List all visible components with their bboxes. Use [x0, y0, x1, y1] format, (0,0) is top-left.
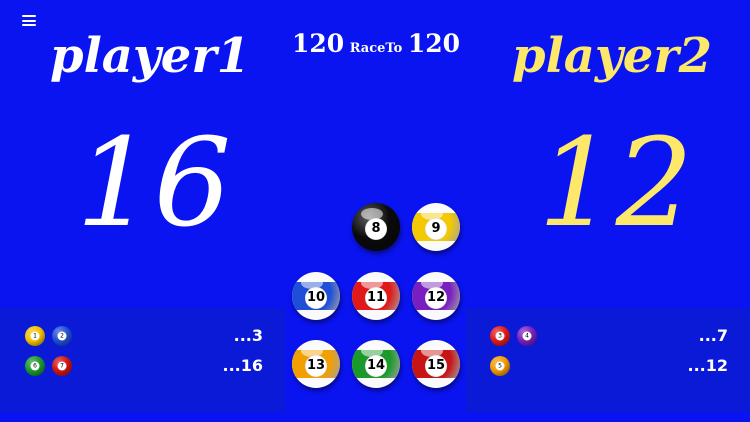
history-value: ...3	[233, 326, 263, 345]
history-value: ...12	[687, 356, 729, 375]
race-right-value: 120	[407, 29, 461, 58]
ball-12-button[interactable]: 12	[412, 272, 460, 320]
history-value: ...16	[222, 356, 264, 375]
mini-ball-icon: 1	[25, 326, 45, 346]
ball-10-button[interactable]: 10	[292, 272, 340, 320]
mini-ball-icon: 4	[517, 326, 537, 346]
ball-11-button[interactable]: 11	[352, 272, 400, 320]
mini-ball-icon: 5	[490, 356, 510, 376]
race-left-value: 120	[291, 29, 345, 58]
ball-8-button[interactable]: 8	[352, 203, 400, 251]
mini-ball-icon: 3	[490, 326, 510, 346]
player1-name[interactable]: player1	[50, 28, 250, 84]
history-row[interactable]: 6 7 ...16	[0, 354, 285, 376]
ball-15-button[interactable]: 15	[412, 340, 460, 388]
history-row[interactable]: 1 2 ...3	[0, 324, 285, 346]
mini-ball-icon: 2	[52, 326, 72, 346]
player2-score[interactable]: 12	[538, 122, 693, 244]
player2-history-panel: 3 4 ...7 5 ...12	[466, 308, 750, 412]
history-value: ...7	[698, 326, 728, 345]
history-row[interactable]: 5 ...12	[466, 354, 750, 376]
race-label: RaceTo	[349, 41, 403, 56]
player2-name[interactable]: player2	[512, 28, 712, 84]
player1-score[interactable]: 16	[76, 122, 231, 244]
menu-icon[interactable]	[22, 15, 36, 26]
player1-history-panel: 1 2 ...3 6 7 ...16	[0, 308, 285, 412]
history-row[interactable]: 3 4 ...7	[466, 324, 750, 346]
ball-14-button[interactable]: 14	[352, 340, 400, 388]
mini-ball-icon: 7	[52, 356, 72, 376]
race-to-display[interactable]: 120 RaceTo 120	[290, 29, 462, 58]
ball-9-button[interactable]: 9	[412, 203, 460, 251]
mini-ball-icon: 6	[25, 356, 45, 376]
ball-13-button[interactable]: 13	[292, 340, 340, 388]
